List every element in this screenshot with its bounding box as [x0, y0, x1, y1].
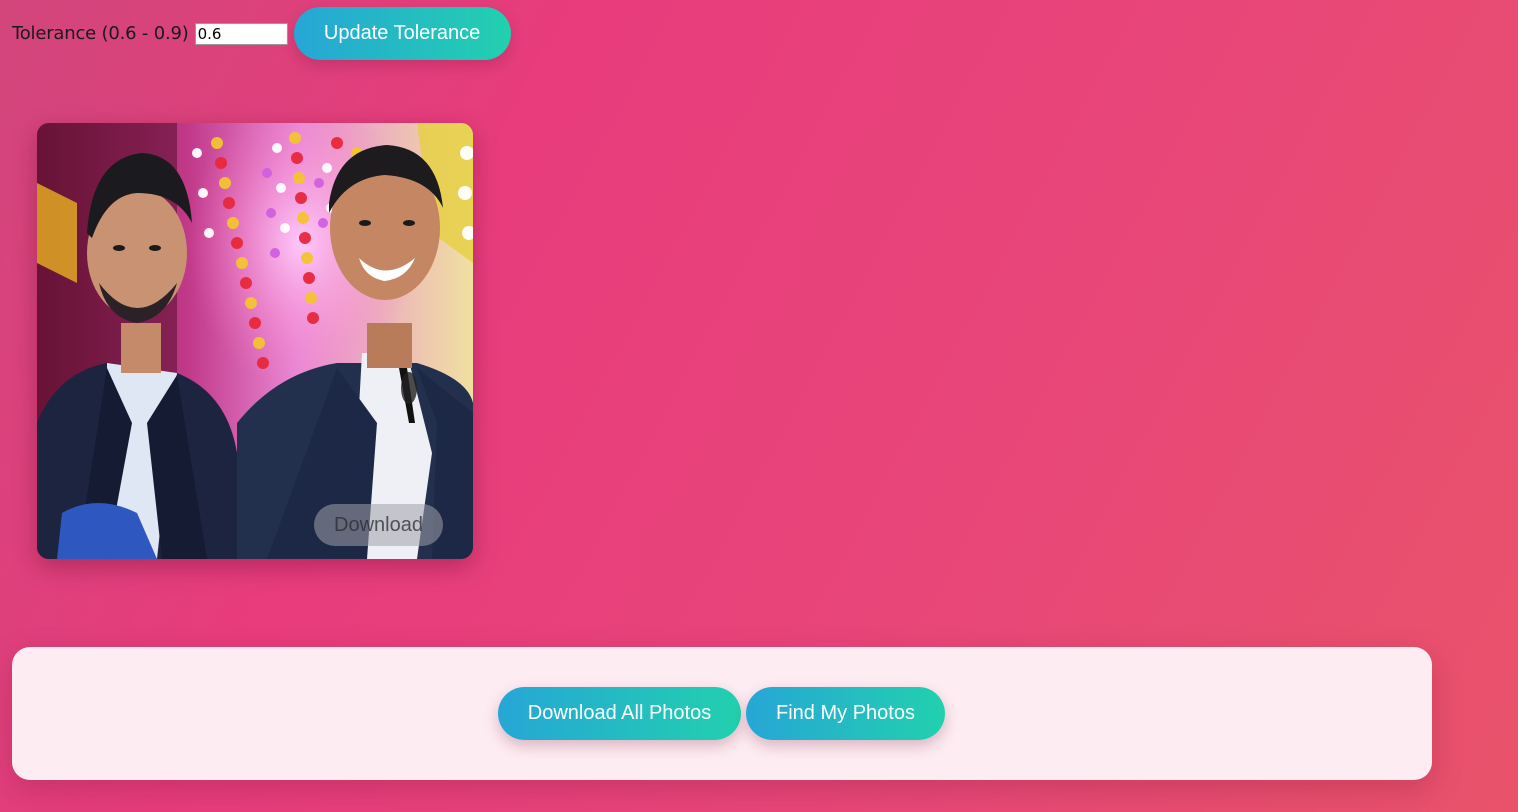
tolerance-input[interactable]	[194, 22, 288, 45]
tolerance-bar: Tolerance (0.6 - 0.9) Update Tolerance	[12, 7, 511, 60]
update-tolerance-button[interactable]: Update Tolerance	[293, 7, 511, 60]
photo-card: Download	[37, 123, 473, 559]
download-all-photos-button[interactable]: Download All Photos	[498, 687, 741, 740]
bottom-actions: Download All Photos Find My Photos	[498, 687, 945, 740]
bottom-action-panel: Download All Photos Find My Photos	[12, 647, 1432, 780]
tolerance-label: Tolerance (0.6 - 0.9)	[12, 23, 189, 44]
photo-download-button[interactable]: Download	[314, 504, 443, 546]
find-my-photos-button[interactable]: Find My Photos	[746, 687, 945, 740]
event-photo	[37, 123, 473, 559]
